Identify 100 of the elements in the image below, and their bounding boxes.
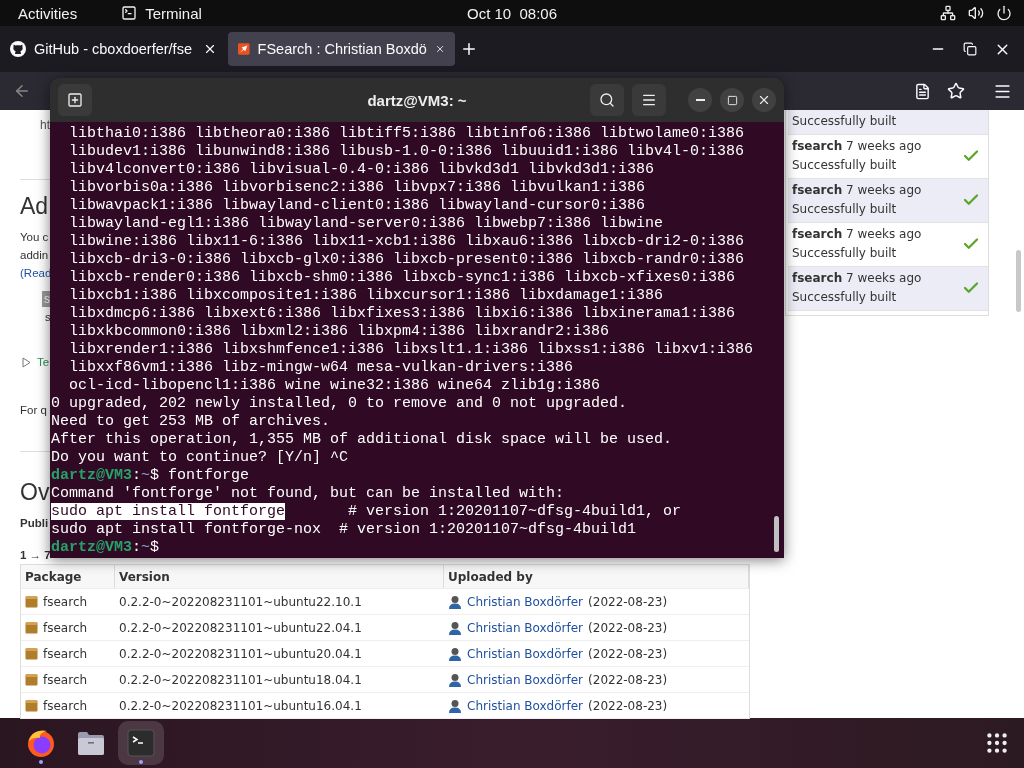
build-status: Successfully built — [792, 113, 898, 130]
build-status: Successfully built — [792, 157, 898, 174]
code-text: s — [45, 310, 51, 325]
terminal-line: libxdmcp6:i386 libxext6:i386 libxfixes3:i386 libxi6:i386 libxinerama1:i386 — [68, 305, 737, 323]
terminal-line: Do you want to continue? [Y/n] ^C — [51, 449, 350, 467]
build-item[interactable]: fsearch 7 weeks ago Successfully built — [788, 267, 988, 311]
person-icon — [448, 698, 462, 713]
upload-date: (2022-08-23) — [588, 646, 668, 661]
bookmark-star-icon[interactable] — [947, 82, 965, 100]
terminal-line: 0 upgraded, 202 newly installed, 0 to remove and 0 not upgraded. — [51, 395, 629, 413]
version-cell-text: 0.2.2-0~202208231101~ubuntu22.04.1 — [118, 620, 363, 635]
maximize-button[interactable] — [720, 88, 744, 112]
upload-date: (2022-08-23) — [588, 698, 668, 713]
terminal-line: libxcb-dri3-0:i386 libxcb-glx0:i386 libxcb-present0:i386 libxcb-randr0:i386 — [68, 251, 746, 269]
upload-date: (2022-08-23) — [588, 620, 668, 635]
terminal-icon — [121, 5, 138, 21]
build-item[interactable]: fsearch 7 weeks ago Successfully built — [788, 179, 988, 223]
browser-tab[interactable]: GitHub - cboxdoerfer/fse — [0, 32, 227, 66]
add-tab-icon — [67, 92, 83, 108]
paragraph-text: addin — [20, 248, 49, 263]
restore-icon[interactable] — [963, 42, 977, 56]
upload-date: (2022-08-23) — [588, 672, 668, 687]
terminal-line: After this operation, 1,355 MB of additional disk space will be used. — [51, 431, 674, 449]
column-header: Version — [115, 565, 444, 588]
close-icon[interactable] — [203, 42, 217, 56]
activities-button[interactable]: Activities — [18, 4, 78, 22]
box-icon — [25, 595, 38, 608]
search-icon — [599, 92, 615, 108]
menu-button[interactable] — [632, 84, 666, 116]
version-cell-text: 0.2.2-0~202208231101~ubuntu18.04.1 — [118, 672, 363, 687]
label-text: 1 → 7 — [20, 548, 51, 563]
reader-view-icon[interactable] — [913, 82, 931, 100]
terminal-line: libwine:i386 libx11-6:i386 libx11-xcb1:i386 libxau6:i386 libxcb-dri2-0:i386 — [68, 233, 746, 251]
person-icon — [448, 594, 462, 609]
triangle-icon[interactable] — [22, 356, 31, 368]
terminal-line: dartz@VM3:~$ fontforge — [51, 467, 251, 485]
app-menu[interactable]: Terminal — [145, 4, 202, 22]
uploader-link[interactable]: Christian Boxdörfer — [467, 620, 584, 635]
search-button[interactable] — [590, 84, 624, 116]
build-status: Successfully built — [792, 201, 898, 218]
package-name: fsearch — [43, 698, 88, 713]
version-cell-text: 0.2.2-0~202208231101~ubuntu22.10.1 — [118, 594, 363, 609]
volume-icon[interactable] — [968, 5, 984, 21]
box-icon — [25, 699, 38, 712]
terminal-line: Command 'fontforge' not found, but can be installed with: — [51, 485, 566, 503]
package-name: fsearch — [43, 646, 88, 661]
clock-text[interactable]: Oct 10 08:06 — [466, 4, 558, 22]
url-text: ht — [40, 118, 50, 132]
browser-tab[interactable]: FSearch : Christian Boxdö — [228, 32, 455, 66]
close-button[interactable] — [752, 88, 776, 112]
terminal-line: libwavpack1:i386 libwayland-client0:i386 libwayland-cursor0:i386 — [68, 197, 647, 215]
cat-logo-icon — [10, 41, 26, 57]
terminal-line: libudev1:i386 libunwind8:i386 libusb-1.0-0:i386 libuuid1:i386 libv4l-0:i386 — [68, 143, 746, 161]
build-title: fsearch 7 weeks ago — [792, 270, 923, 287]
uploader-link[interactable]: Christian Boxdörfer — [467, 594, 584, 609]
package-name: fsearch — [43, 594, 88, 609]
section-heading: Ad — [20, 192, 49, 220]
expander-link[interactable]: Te — [37, 353, 50, 371]
package-name: fsearch — [43, 620, 88, 635]
network-icon[interactable] — [940, 5, 956, 21]
upload-date: (2022-08-23) — [588, 594, 668, 609]
terminal-line: libxkbcommon0:i386 libxml2:i386 libxpm4:i386 libxrandr2:i386 — [68, 323, 611, 341]
menu-icon — [641, 92, 657, 108]
new-tab-icon[interactable] — [460, 40, 478, 58]
terminal-line: sudo apt install fontforge-nox # version 1:20201107~dfsg-4build1 — [51, 521, 638, 539]
scrollbar-thumb[interactable] — [774, 516, 779, 552]
build-title: fsearch 7 weeks ago — [792, 138, 923, 155]
maximize-icon — [726, 94, 738, 106]
build-title: fsearch 7 weeks ago — [792, 182, 923, 199]
box-icon — [25, 673, 38, 686]
build-title: fsearch 7 weeks ago — [792, 226, 923, 243]
terminal-line: libv4lconvert0:i386 libvisual-0.4-0:i386 libvkd3d1 libvkd3d1:i386 — [68, 161, 656, 179]
scrollbar-thumb[interactable] — [1016, 250, 1021, 312]
terminal-line: libxxf86vm1:i386 libz-mingw-w64 mesa-vulkan-drivers:i386 — [68, 359, 575, 377]
label-text: Publi — [20, 516, 49, 531]
version-cell-text: 0.2.2-0~202208231101~ubuntu16.04.1 — [118, 698, 363, 713]
column-header: Uploaded by — [444, 565, 749, 588]
terminal-line: ocl-icd-libopencl1:i386 wine wine32:i386 wine64 zlib1g:i386 — [68, 377, 602, 395]
build-status: Successfully built — [792, 289, 898, 306]
terminal-line: libxrender1:i386 libxshmfence1:i386 libxslt1.1:i386 libxss1:i386 libxv1:i386 — [68, 341, 755, 359]
box-icon — [25, 621, 38, 634]
rocket-logo-icon — [238, 41, 250, 57]
uploader-link[interactable]: Christian Boxdörfer — [467, 698, 584, 713]
uploader-link[interactable]: Christian Boxdörfer — [467, 646, 584, 661]
back-icon[interactable] — [13, 82, 31, 100]
person-icon — [448, 672, 462, 687]
build-item[interactable]: Successfully built — [788, 110, 988, 135]
app-grid-icon[interactable] — [984, 730, 1010, 756]
paragraph-text: For q — [20, 403, 47, 418]
uploader-link[interactable]: Christian Boxdörfer — [467, 672, 584, 687]
terminal-line: libvorbis0a:i386 libvorbisenc2:i386 libvpx7:i386 libvulkan1:i386 — [68, 179, 647, 197]
terminal-line: libxcb1:i386 libxcomposite1:i386 libxcursor1:i386 libxdamage1:i386 — [68, 287, 665, 305]
version-cell-text: 0.2.2-0~202208231101~ubuntu20.04.1 — [118, 646, 363, 661]
build-status: Successfully built — [792, 245, 898, 262]
box-icon — [25, 647, 38, 660]
terminal-line: Need to get 253 MB of archives. — [51, 413, 332, 431]
power-icon[interactable] — [996, 5, 1012, 21]
new-tab-button[interactable] — [58, 84, 92, 116]
minimize-button[interactable] — [688, 88, 712, 112]
window-title: dartz@VM3: ~ — [367, 91, 467, 109]
